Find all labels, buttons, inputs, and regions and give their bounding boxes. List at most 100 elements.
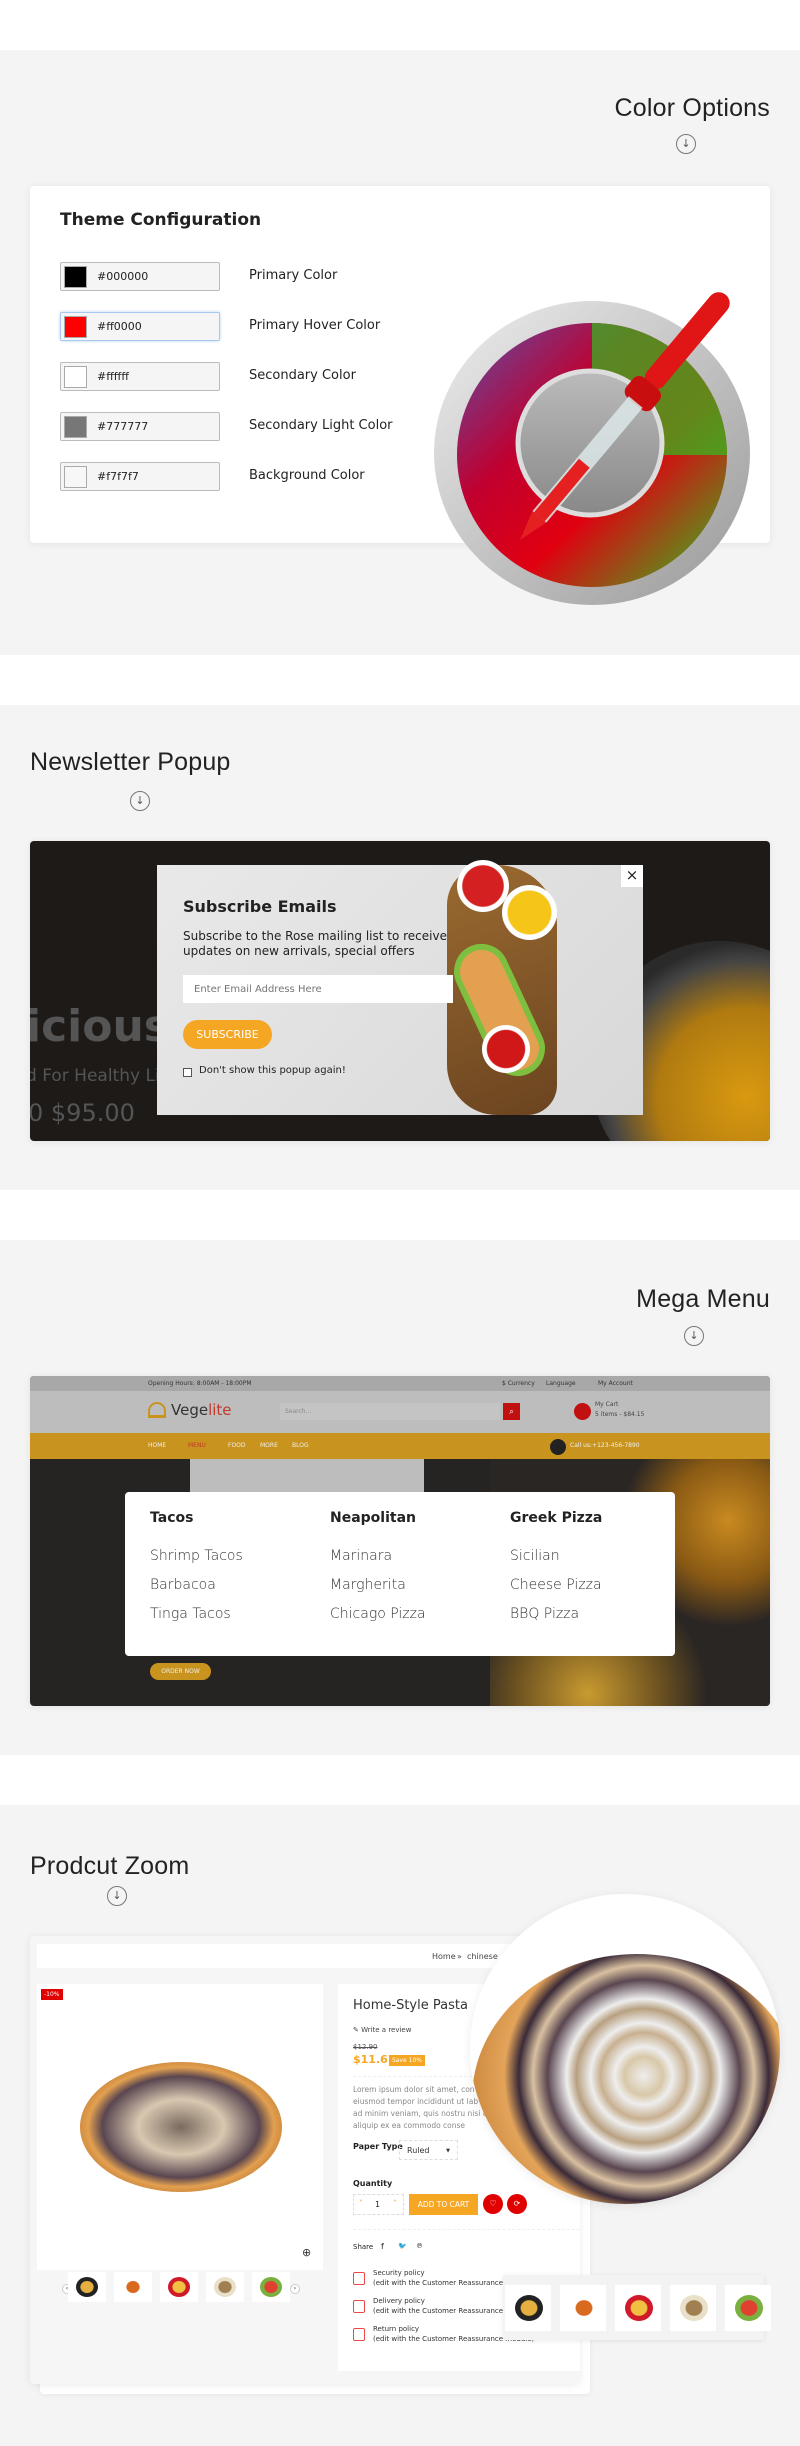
nav-item[interactable]: BLOG (292, 1442, 309, 1449)
color-input[interactable]: #ffffff (60, 362, 220, 391)
menu-item[interactable]: Chicago Pizza (330, 1606, 426, 1622)
dont-show-checkbox[interactable] (183, 1068, 192, 1077)
zoom-in-icon[interactable]: ⊕ (302, 2246, 311, 2259)
header: Vegelite Search... ⌕ My Cart 5 items - $… (30, 1391, 770, 1433)
truck-icon (353, 2300, 365, 2313)
dont-show-label: Don't show this popup again! (199, 1065, 346, 1076)
color-input[interactable]: #777777 (60, 412, 220, 441)
wishlist-button[interactable]: ♡ (483, 2194, 503, 2214)
color-label: Background Color (249, 468, 365, 483)
quantity-label: Quantity (353, 2179, 393, 2188)
section-title: Color Options (614, 94, 770, 122)
menu-item[interactable]: Barbacoa (150, 1577, 243, 1593)
thumb-next-button[interactable]: › (290, 2284, 300, 2294)
color-picker-illustration (430, 285, 750, 605)
section-title: Prodcut Zoom (30, 1852, 190, 1880)
menu-item[interactable]: Sicilian (510, 1548, 602, 1564)
paper-type-select[interactable]: Ruled ▼ (399, 2140, 458, 2160)
product-image[interactable] (80, 2062, 282, 2192)
cart-label[interactable]: My Cart (595, 1401, 618, 1408)
add-to-cart-button[interactable]: ADD TO CART (409, 2194, 478, 2215)
opening-hours: Opening Hours: 8:00AM - 18:00PM (148, 1380, 252, 1387)
save-badge: Save 10% (389, 2055, 425, 2066)
color-input[interactable]: #ff0000 (60, 312, 220, 341)
color-input[interactable]: #000000 (60, 262, 220, 291)
color-row: #777777 Secondary Light Color (60, 412, 460, 441)
menu-item[interactable]: Margherita (330, 1577, 426, 1593)
cart-summary: 5 items - $84.15 (595, 1411, 645, 1418)
column-heading[interactable]: Tacos (150, 1510, 243, 1526)
breadcrumb-home[interactable]: Home (432, 1952, 456, 1961)
color-row: #f7f7f7 Background Color (60, 462, 460, 491)
column-heading[interactable]: Neapolitan (330, 1510, 426, 1526)
arrow-down-circle-icon: ↓ (130, 791, 150, 811)
color-swatch[interactable] (64, 366, 87, 388)
section-title: Mega Menu (636, 1285, 770, 1313)
facebook-icon[interactable]: f (381, 2242, 384, 2251)
email-input[interactable] (183, 975, 453, 1003)
thumbnail[interactable] (114, 2272, 152, 2302)
color-row: #ffffff Secondary Color (60, 362, 460, 391)
color-label: Primary Hover Color (249, 318, 381, 333)
mega-menu-column: Neapolitan Marinara Margherita Chicago Pizz… (330, 1510, 426, 1635)
breadcrumb: Home » chinese (37, 1944, 573, 1968)
menu-item[interactable]: Cheese Pizza (510, 1577, 602, 1593)
hero-heading: icious (30, 1001, 170, 1052)
close-button[interactable]: × (621, 865, 643, 887)
menu-item[interactable]: Shrimp Tacos (150, 1548, 243, 1564)
mega-menu-column: Tacos Shrimp Tacos Barbacoa Tinga Tacos (150, 1510, 243, 1635)
color-label: Primary Color (249, 268, 338, 283)
thumbnail[interactable] (670, 2285, 716, 2331)
breadcrumb-current: chinese (467, 1952, 498, 1961)
zoomed-product-image (472, 1954, 780, 2204)
nav-item[interactable]: MENU (188, 1442, 206, 1449)
topbar: Opening Hours: 8:00AM - 18:00PM $ Curren… (30, 1376, 770, 1391)
account-dropdown[interactable]: My Account (598, 1380, 633, 1387)
caret-down-icon: ▼ (446, 2148, 450, 2154)
nav-item[interactable]: HOME (148, 1442, 166, 1449)
thumbnail[interactable] (725, 2285, 771, 2331)
product-name: Home-Style Pasta (353, 1998, 468, 2013)
thumbnail[interactable] (560, 2285, 606, 2331)
menu-item[interactable]: BBQ Pizza (510, 1606, 602, 1622)
nav-item[interactable]: MORE (260, 1442, 278, 1449)
hero-price: 0 $95.00 (30, 1099, 135, 1127)
color-swatch[interactable] (64, 316, 87, 338)
cart-icon[interactable] (574, 1403, 591, 1420)
color-input[interactable]: #f7f7f7 (60, 462, 220, 491)
arrow-down-circle-icon: ↓ (676, 134, 696, 154)
increment-button[interactable]: ˄ (393, 2199, 397, 2208)
thumbnail[interactable] (252, 2272, 290, 2302)
share-label: Share (353, 2243, 374, 2251)
menu-item[interactable]: Marinara (330, 1548, 426, 1564)
zoom-lens (470, 1894, 780, 2204)
write-review-link[interactable]: ✎ Write a review (353, 2026, 411, 2034)
arrow-down-circle-icon: ↓ (107, 1886, 127, 1906)
search-button[interactable]: ⌕ (503, 1403, 520, 1420)
thumbnail[interactable] (68, 2272, 106, 2302)
thumbnail[interactable] (615, 2285, 661, 2331)
color-swatch[interactable] (64, 266, 87, 288)
pinterest-icon[interactable]: ℗ (416, 2242, 423, 2250)
thumbnail[interactable] (206, 2272, 244, 2302)
zoom-thumbnail-strip (503, 2275, 771, 2340)
discount-badge: -10% (41, 1989, 63, 2000)
column-heading[interactable]: Greek Pizza (510, 1510, 602, 1526)
search-input[interactable]: Search... (280, 1403, 500, 1420)
currency-dropdown[interactable]: $ Currency (502, 1380, 535, 1387)
subscribe-button[interactable]: SUBSCRIBE (183, 1020, 272, 1049)
quantity-stepper[interactable]: ˅ 1 ˄ (353, 2194, 404, 2215)
thumbnail[interactable] (160, 2272, 198, 2302)
twitter-icon[interactable]: 🐦 (398, 2242, 407, 2250)
popup-title: Subscribe Emails (183, 897, 337, 916)
order-now-button[interactable]: ORDER NOW (150, 1663, 211, 1680)
color-swatch[interactable] (64, 416, 87, 438)
decrement-button[interactable]: ˅ (359, 2199, 363, 2208)
menu-item[interactable]: Tinga Tacos (150, 1606, 243, 1622)
thumbnail[interactable] (505, 2285, 551, 2331)
language-dropdown[interactable]: Language (546, 1380, 576, 1387)
color-row: #000000 Primary Color (60, 262, 460, 291)
color-swatch[interactable] (64, 466, 87, 488)
hero-subheading: d For Healthy Li (30, 1066, 160, 1086)
nav-item[interactable]: FOOD (228, 1442, 246, 1449)
